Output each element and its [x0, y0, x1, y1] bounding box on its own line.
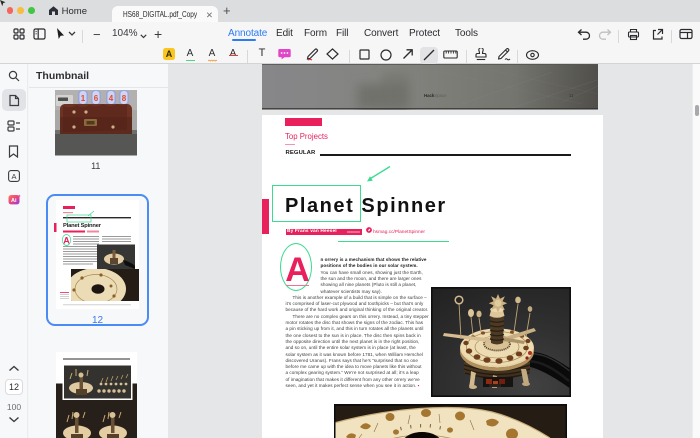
- svg-text:8: 8: [121, 94, 126, 103]
- svg-text:Planet Spinner: Planet Spinner: [63, 223, 102, 229]
- svg-text:HackSpace: HackSpace: [424, 93, 447, 98]
- svg-text:A: A: [63, 236, 70, 246]
- svg-text:A: A: [11, 172, 16, 181]
- svg-text:11: 11: [569, 93, 574, 98]
- svg-text:6: 6: [93, 94, 98, 103]
- svg-text:Ai: Ai: [11, 198, 17, 204]
- svg-text:4: 4: [108, 94, 113, 103]
- svg-text:1: 1: [80, 94, 85, 103]
